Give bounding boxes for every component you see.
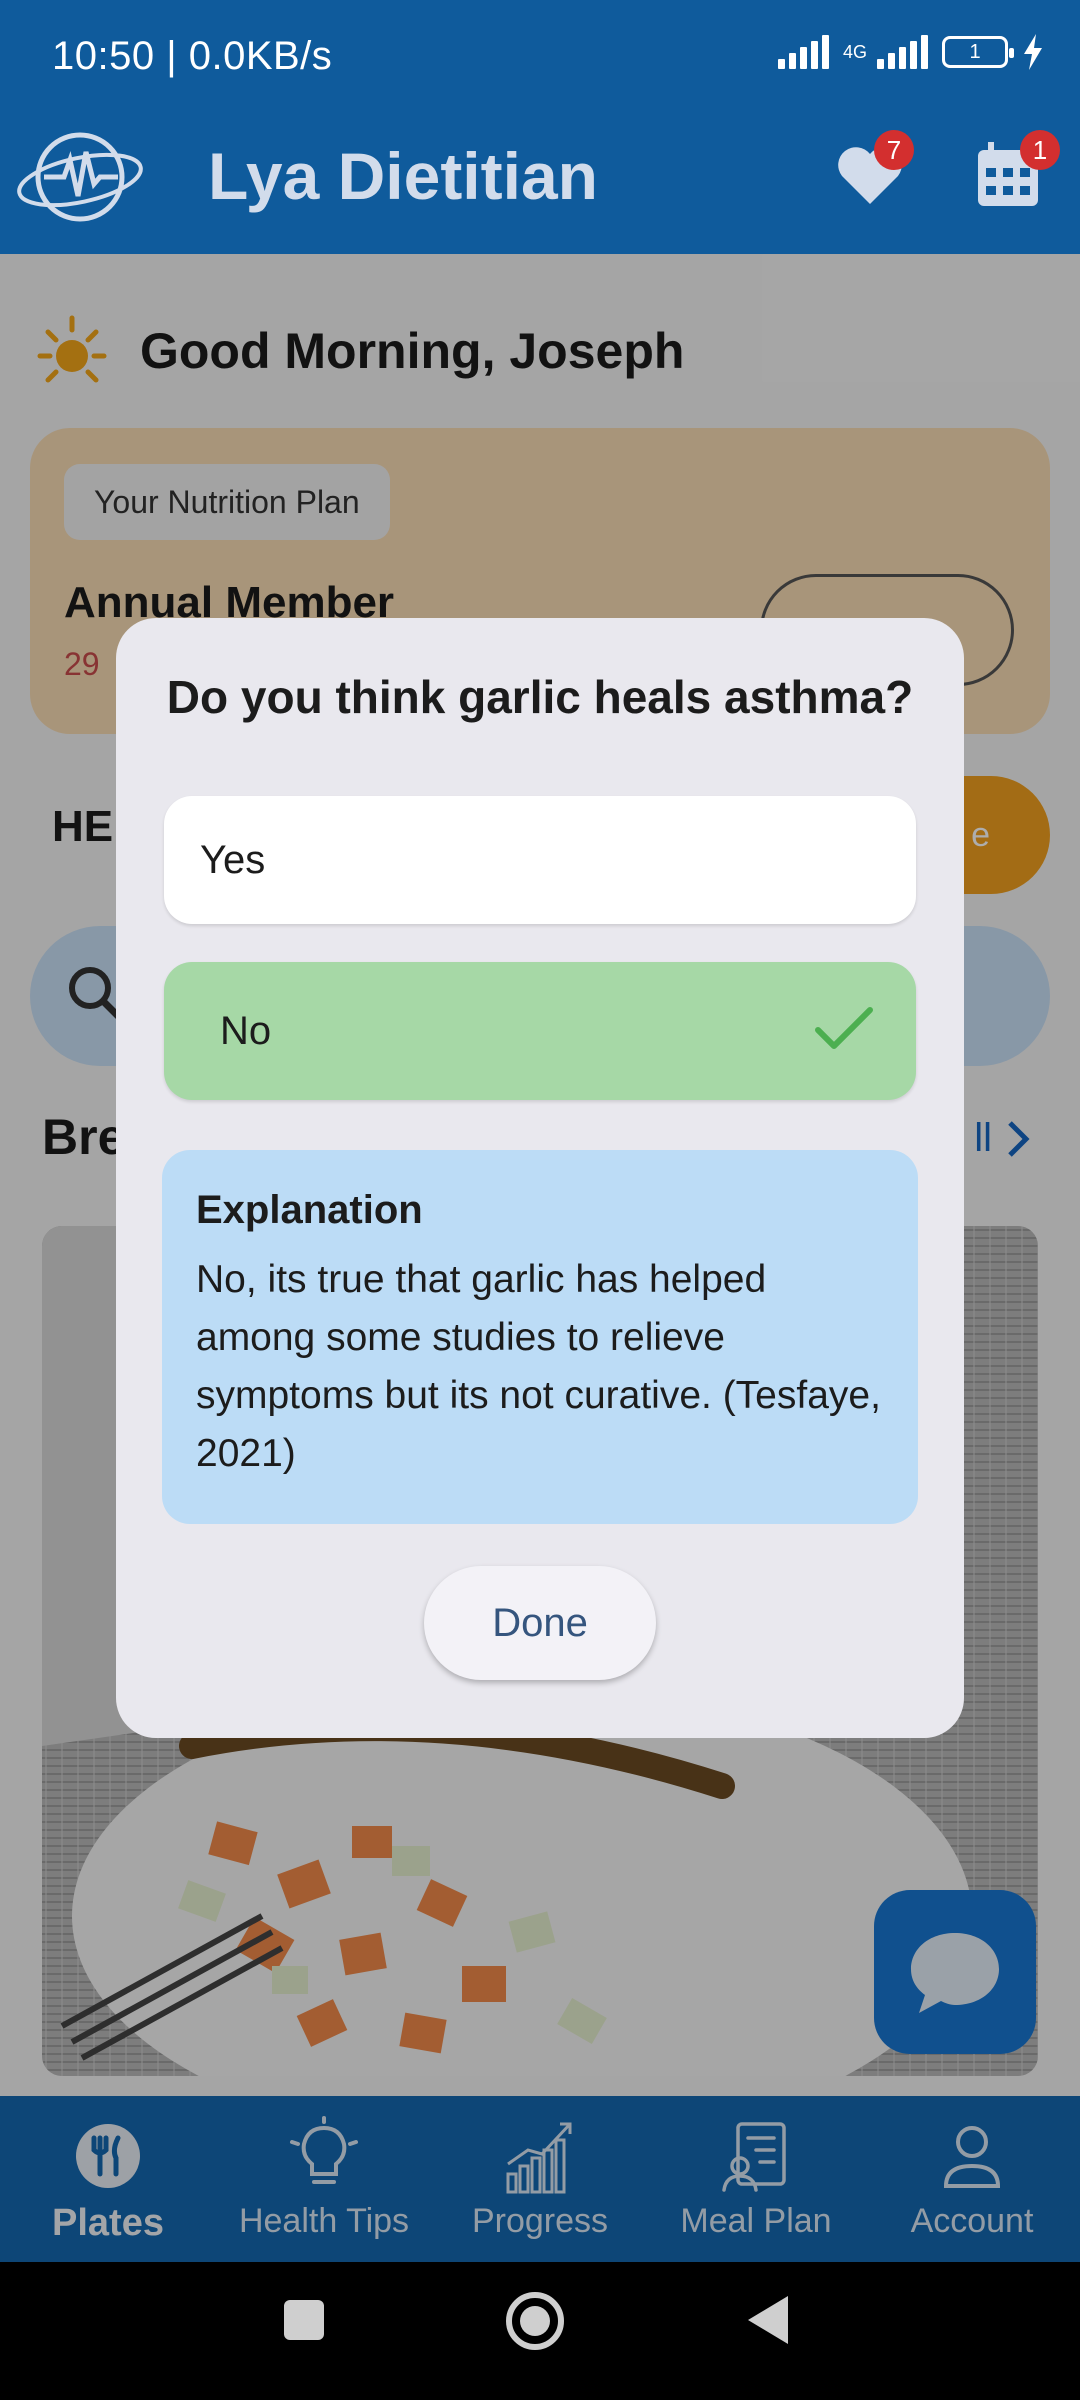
explanation-text: No, its true that garlic has helped amon…: [196, 1258, 881, 1475]
home-icon[interactable]: [504, 2290, 566, 2352]
signal-icon: [777, 35, 829, 69]
status-bar: 10:50 | 0.0KB/s 4G 1: [0, 0, 1080, 118]
network-type: 4G: [842, 42, 867, 62]
quiz-dialog: Do you think garlic heals asthma? Yes No…: [116, 618, 964, 1738]
status-time: 10:50 | 0.0KB/s: [52, 34, 333, 78]
done-button[interactable]: Done: [424, 1566, 656, 1680]
app-logo-icon: [17, 132, 143, 222]
explanation-title: Explanation: [196, 1188, 423, 1232]
favorites-badge: 7: [874, 130, 914, 170]
check-icon: [815, 1007, 873, 1049]
back-icon[interactable]: [744, 2292, 792, 2348]
question-title: Do you think garlic heals asthma?: [166, 671, 914, 723]
charging-icon: [1024, 34, 1042, 70]
option-yes-label: Yes: [200, 837, 266, 882]
app-title: Lya Dietitian: [208, 139, 598, 213]
option-no[interactable]: No: [164, 962, 916, 1100]
status-icons: 4G 1: [777, 34, 1044, 70]
calendar-button[interactable]: 1: [970, 130, 1060, 214]
favorites-button[interactable]: 7: [830, 130, 914, 214]
system-navigation-bar: [0, 2262, 1080, 2400]
battery-level: 1: [969, 40, 981, 63]
battery-icon: 1: [942, 36, 1014, 68]
recents-icon[interactable]: [280, 2296, 328, 2344]
explanation-box: Explanation No, its true that garlic has…: [162, 1150, 918, 1524]
option-no-label: No: [220, 1008, 272, 1053]
app-header: Lya Dietitian 7 1: [0, 118, 1080, 254]
option-yes[interactable]: Yes: [164, 796, 916, 924]
signal-icon-2: [877, 35, 928, 69]
calendar-badge: 1: [1020, 130, 1060, 170]
